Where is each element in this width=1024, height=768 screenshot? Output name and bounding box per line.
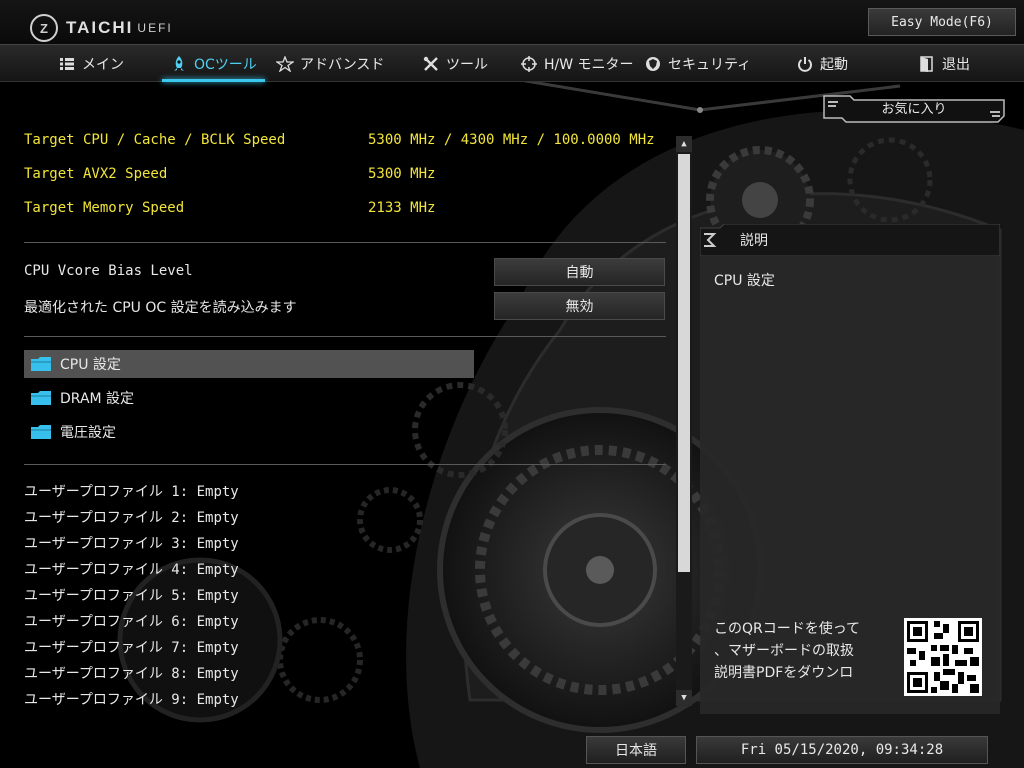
power-icon [796,55,814,73]
tab-hw-monitor[interactable]: H/W モニター [520,45,634,82]
scrollbar[interactable]: ▲ ▼ [676,136,692,706]
target-avx2-value: 5300 MHz [368,166,436,182]
logo-text: TAICHI [66,18,134,37]
star-icon [276,55,294,73]
datetime-display: Fri 05/15/2020, 09:34:28 [696,736,988,764]
taichi-logo: Z TAICHI UEFI [30,14,173,42]
target-cpu-value: 5300 MHz / 4300 MHz / 100.0000 MHz [368,132,655,148]
shield-icon [644,55,662,73]
description-panel: CPU 設定 このQRコードを使って 、マザーボードの取扱 説明書PDFをダウン… [700,256,1000,714]
crosshair-icon [520,55,538,73]
user-profile-3[interactable]: ユーザープロファイル 3: Empty [24,533,239,553]
tab-advanced[interactable]: アドバンスド [276,45,384,82]
target-memory-value: 2133 MHz [368,200,436,216]
folder-icon [31,425,51,439]
top-bar: Z TAICHI UEFI Easy Mode(F6) [0,0,1024,44]
user-profile-6[interactable]: ユーザープロファイル 6: Empty [24,611,239,631]
tools-icon [422,55,440,73]
favorite-label: お気に入り [881,101,947,117]
folder-icon [31,391,51,405]
folder-cpu-settings[interactable]: CPU 設定 [24,350,474,378]
tab-boot[interactable]: 起動 [796,45,848,82]
vcore-bias-select[interactable]: 自動 [494,258,665,286]
taichi-logo-icon: Z [30,14,58,42]
tab-exit[interactable]: 退出 [918,45,970,82]
scrollbar-thumb[interactable] [678,154,690,572]
exit-icon [918,55,936,73]
list-icon [58,55,76,73]
user-profile-1[interactable]: ユーザープロファイル 1: Empty [24,481,239,501]
description-title: 説明 [740,233,768,249]
divider [24,336,666,337]
qr-instructions: このQRコードを使って 、マザーボードの取扱 説明書PDFをダウンロ [714,621,861,681]
description-header: 説明 [700,224,1000,256]
easy-mode-button[interactable]: Easy Mode(F6) [868,8,1016,36]
divider [24,464,666,465]
user-profile-8[interactable]: ユーザープロファイル 8: Empty [24,663,239,683]
setting-optimized-oc-label: 最適化された CPU OC 設定を読み込みます [24,300,297,316]
setting-vcore-bias-label: CPU Vcore Bias Level [24,263,193,279]
main-nav: メイン OCツール アドバンスド ツール H/W モニター セキュリティ 起動 … [0,44,1024,82]
scroll-down-arrow-icon[interactable]: ▼ [676,690,692,706]
scroll-up-arrow-icon[interactable]: ▲ [676,136,692,152]
favorite-button[interactable]: お気に入り [822,94,1006,124]
target-memory-label: Target Memory Speed [24,200,185,216]
folder-voltage-settings[interactable]: 電圧設定 [24,418,474,446]
logo-subtext: UEFI [137,21,173,35]
tab-security[interactable]: セキュリティ [644,45,751,82]
language-button[interactable]: 日本語 [586,736,686,764]
tab-main[interactable]: メイン [58,45,124,82]
folder-dram-settings[interactable]: DRAM 設定 [24,384,474,412]
user-profile-4[interactable]: ユーザープロファイル 4: Empty [24,559,239,579]
optimized-oc-select[interactable]: 無効 [494,292,665,320]
qr-code-icon [904,618,982,696]
description-text: CPU 設定 [714,273,775,289]
target-avx2-label: Target AVX2 Speed [24,166,168,182]
user-profile-5[interactable]: ユーザープロファイル 5: Empty [24,585,239,605]
user-profile-2[interactable]: ユーザープロファイル 2: Empty [24,507,239,527]
folder-icon [31,357,51,371]
user-profile-7[interactable]: ユーザープロファイル 7: Empty [24,637,239,657]
user-profile-9[interactable]: ユーザープロファイル 9: Empty [24,689,239,709]
target-cpu-label: Target CPU / Cache / BCLK Speed [24,132,286,148]
rocket-icon [170,55,188,73]
tab-tools[interactable]: ツール [422,45,488,82]
divider [24,242,666,243]
tab-oc-tools[interactable]: OCツール [162,45,265,82]
